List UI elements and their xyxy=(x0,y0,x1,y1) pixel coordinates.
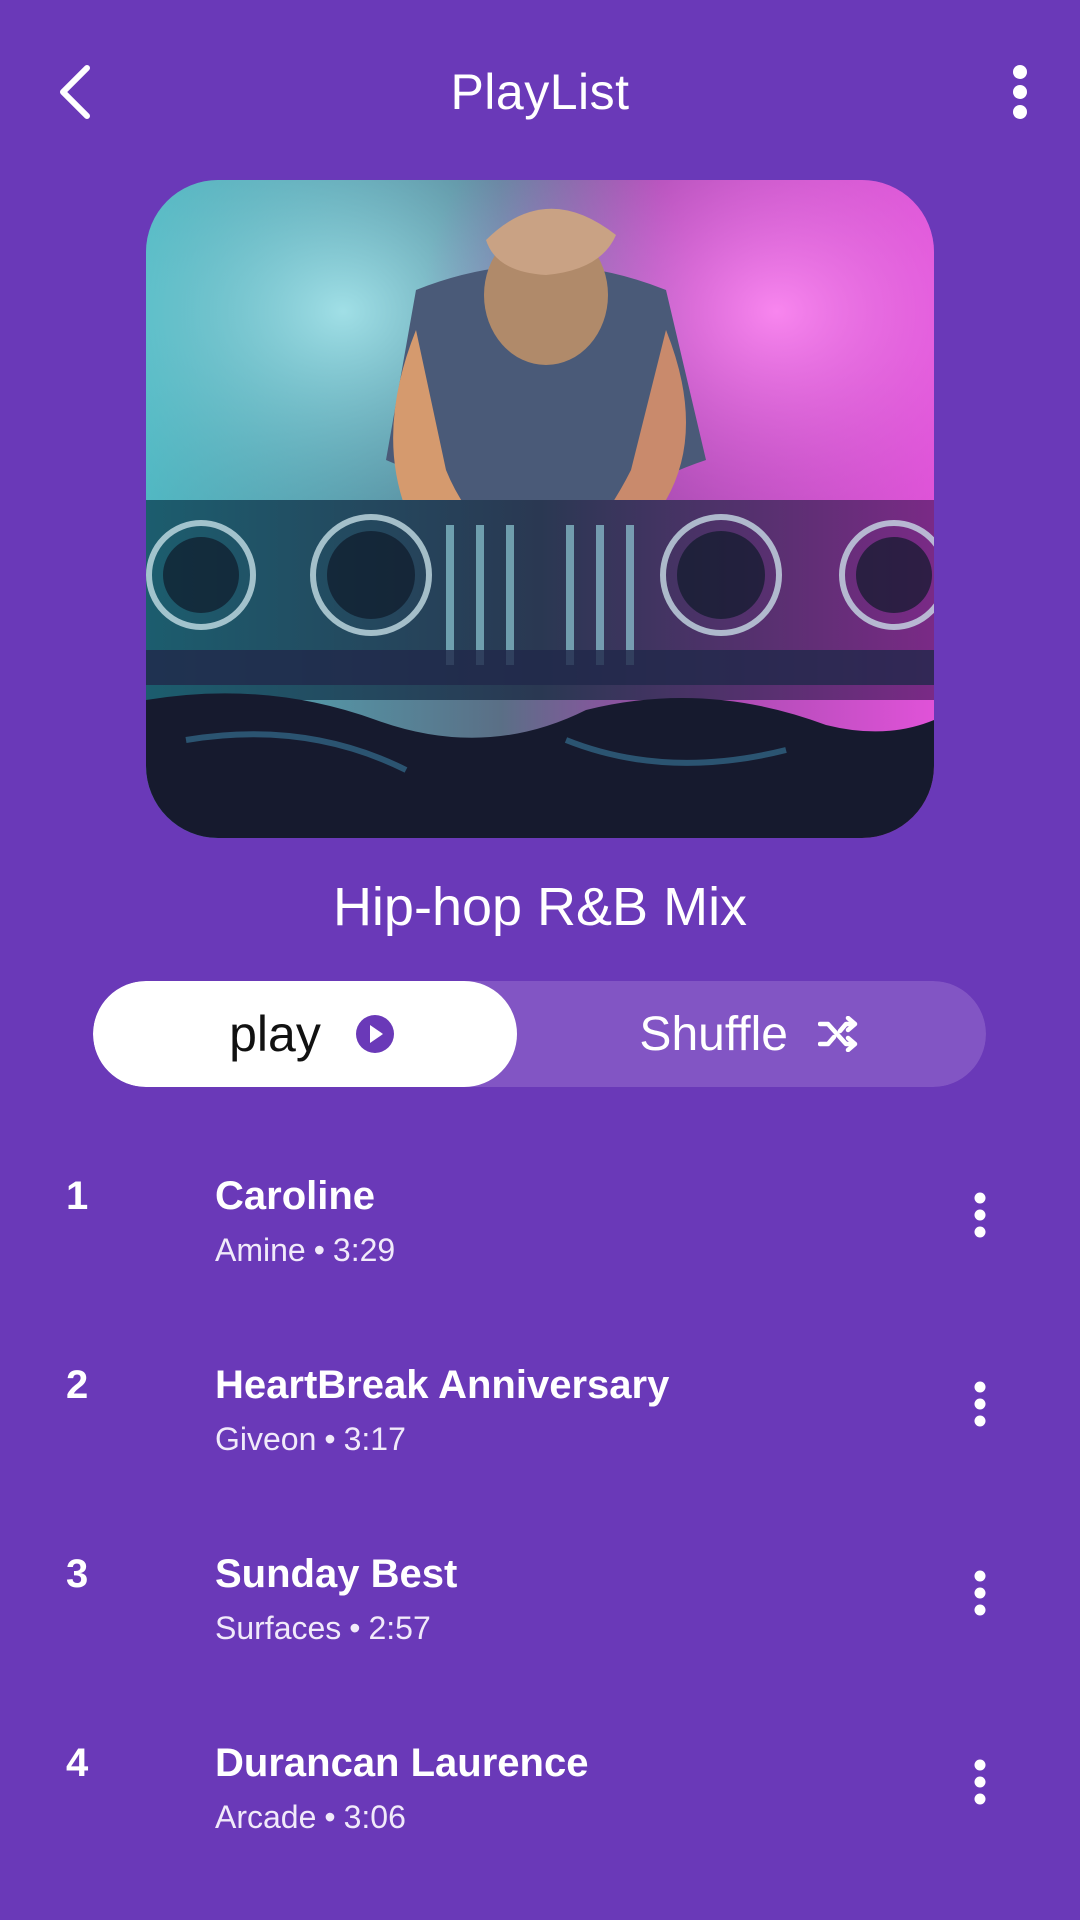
more-vert-icon xyxy=(1013,65,1027,119)
more-vert-icon xyxy=(974,1759,986,1805)
track-artist: Giveon xyxy=(215,1421,317,1457)
track-artist: Arcade xyxy=(215,1799,317,1835)
track-row[interactable]: 4 Durancan Laurence Arcade • 3:06 xyxy=(0,1739,1080,1889)
track-title: Caroline xyxy=(215,1174,376,1218)
separator-dot: • xyxy=(324,1799,336,1835)
track-options-button[interactable] xyxy=(950,1369,1010,1439)
track-options-button[interactable] xyxy=(950,1180,1010,1250)
track-number: 2 xyxy=(66,1363,89,1407)
track-meta: Amine • 3:29 xyxy=(215,1230,395,1270)
shuffle-icon xyxy=(818,1016,858,1052)
track-artist: Surfaces xyxy=(215,1610,342,1646)
separator-dot: • xyxy=(324,1421,336,1457)
dj-mixer-photo xyxy=(146,180,934,838)
more-vert-icon xyxy=(974,1570,986,1616)
more-vert-icon xyxy=(974,1192,986,1238)
more-options-button[interactable] xyxy=(990,52,1050,132)
track-title: HeartBreak Anniversary xyxy=(215,1363,670,1407)
track-meta: Giveon • 3:17 xyxy=(215,1419,406,1459)
track-number: 4 xyxy=(66,1741,89,1785)
track-duration: 3:17 xyxy=(343,1421,406,1457)
track-meta: Surfaces • 2:57 xyxy=(215,1608,431,1648)
track-number: 3 xyxy=(66,1552,89,1596)
track-title: Durancan Laurence xyxy=(215,1741,589,1785)
app-bar: PlayList xyxy=(0,0,1080,180)
shuffle-label: Shuffle xyxy=(639,1007,788,1061)
play-circle-icon xyxy=(355,1015,394,1053)
track-row[interactable]: 3 Sunday Best Surfaces • 2:57 xyxy=(0,1550,1080,1700)
track-row[interactable]: 2 HeartBreak Anniversary Giveon • 3:17 xyxy=(0,1361,1080,1511)
more-vert-icon xyxy=(974,1381,986,1427)
track-duration: 3:06 xyxy=(343,1799,406,1835)
track-artist: Amine xyxy=(215,1232,306,1268)
playlist-name: Hip-hop R&B Mix xyxy=(332,877,748,937)
track-row[interactable]: 1 Caroline Amine • 3:29 xyxy=(0,1172,1080,1322)
track-duration: 2:57 xyxy=(368,1610,431,1646)
track-duration: 3:29 xyxy=(332,1232,396,1268)
track-title: Sunday Best xyxy=(215,1552,458,1596)
play-label: play xyxy=(229,1006,321,1062)
track-number: 1 xyxy=(66,1174,89,1218)
separator-dot: • xyxy=(313,1232,325,1268)
page-title: PlayList xyxy=(450,64,630,120)
playback-controls: Shuffle play xyxy=(93,981,986,1087)
playlist-cover-image xyxy=(146,180,934,838)
track-options-button[interactable] xyxy=(950,1747,1010,1817)
track-meta: Arcade • 3:06 xyxy=(215,1797,406,1837)
track-options-button[interactable] xyxy=(950,1558,1010,1628)
play-button[interactable]: play xyxy=(93,981,517,1087)
separator-dot: • xyxy=(349,1610,361,1646)
